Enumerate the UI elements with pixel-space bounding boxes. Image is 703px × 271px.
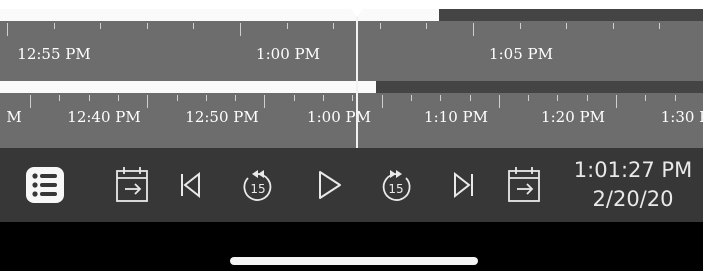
timeline-tick [440,95,442,101]
timeline-tick [469,95,471,101]
timeline-tick [557,95,559,101]
timeline-tick [674,95,676,101]
timeline-tick [88,95,90,101]
rewind-seconds: 15 [250,182,265,196]
timeline-tick [117,95,119,101]
forward-seconds: 15 [388,182,403,196]
timeline-tick [30,95,31,108]
timeline-tick [264,95,266,108]
top-bar [0,0,703,9]
timeline-label: 1:30 P [660,108,703,126]
home-indicator[interactable] [230,257,478,265]
timeline-tick [100,23,102,29]
skip-to-end-button[interactable] [448,166,480,204]
playback-controls: 15 15 1:01:27 PM 2/20/20 [0,148,703,222]
timeline-label: 1:05 PM [489,45,553,63]
current-timestamp: 1:01:27 PM 2/20/20 [573,156,693,214]
timeline-tick [381,95,383,108]
calendar-back-icon [116,167,148,202]
timeline-label: 12:55 PM [17,45,91,63]
bottom-bar [0,222,703,271]
timeline-tick [205,95,207,101]
previous-day-button[interactable] [112,166,152,204]
timeline-tick [379,23,381,29]
timeline-tick [240,23,241,36]
forward-15-button[interactable]: 15 [376,166,416,204]
skip-to-start-icon [181,171,200,199]
timeline-tick [193,23,195,29]
timeline-ticks [0,23,703,39]
timeline-tick [612,23,614,29]
timeline-zoomed[interactable]: 12:55 PM 1:00 PM 1:05 PM [0,9,703,81]
play-icon [319,171,341,199]
next-day-button[interactable] [504,166,544,204]
timeline-tick [146,23,148,29]
timeline-tick [645,95,647,101]
current-time: 1:01:27 PM [573,158,693,182]
rewind-15-icon: 15 [243,170,272,201]
timeline-tick [176,95,178,101]
list-button[interactable] [24,166,66,204]
timeline-label: 1:00 PM [307,108,371,126]
timeline-tick [586,95,588,101]
rewind-15-button[interactable]: 15 [238,166,278,204]
timeline-overview[interactable]: M 12:40 PM 12:50 PM 1:00 PM 1:10 PM 1:20… [0,81,703,148]
forward-15-icon: 15 [382,170,411,201]
timeline-tick [498,95,500,108]
timeline-played-bar [0,81,377,93]
list-icon [26,167,64,203]
skip-to-end-icon [454,171,473,199]
playhead-marker[interactable] [351,9,363,17]
play-button[interactable] [311,166,347,204]
current-date: 2/20/20 [592,187,674,211]
timeline-label: 1:10 PM [424,108,488,126]
timeline-tick [235,95,237,101]
timeline-label: 12:40 PM [67,108,141,126]
timeline-label: 1:00 PM [256,45,320,63]
timeline-tick [53,23,55,29]
timeline-label: M [6,108,22,126]
timeline-played-bar [0,9,440,21]
timeline-tick [286,23,288,29]
timeline-tick [293,95,295,101]
timeline-tick [519,23,521,29]
timeline-tick [616,95,617,108]
timeline-label: 12:50 PM [185,108,259,126]
timeline-tick [147,95,149,108]
timeline-tick [528,95,530,101]
skip-to-start-button[interactable] [174,166,206,204]
timeline-tick [323,95,324,101]
timeline-tick [473,23,474,36]
timeline-tick [59,95,61,101]
timeline-tick [7,23,8,36]
calendar-forward-icon [508,167,540,202]
timeline-tick [352,95,354,101]
timeline-tick [426,23,428,29]
timeline-tick [333,23,335,29]
timeline-label: 1:20 PM [541,108,605,126]
timeline-tick [410,95,412,101]
playhead[interactable] [356,9,358,148]
timeline-tick [659,23,661,29]
timeline-tick [566,23,568,29]
